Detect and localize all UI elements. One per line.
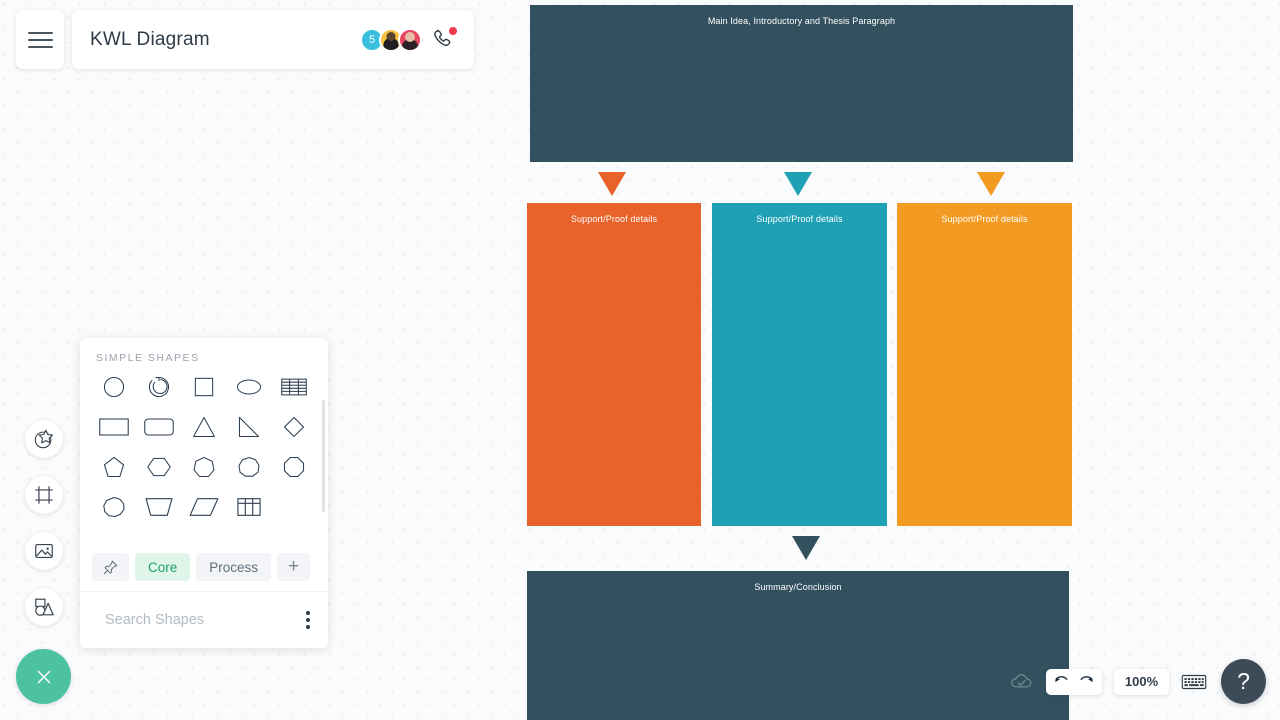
frame-icon-button[interactable]	[25, 476, 63, 514]
document-title[interactable]: KWL Diagram	[90, 29, 210, 51]
decagon-shape-icon-button[interactable]	[92, 492, 137, 522]
connector-arrow-2[interactable]	[784, 172, 812, 196]
octagon-shape-icon-button[interactable]	[271, 452, 316, 482]
connector-arrow-4[interactable]	[792, 536, 820, 560]
square-shape-icon	[194, 377, 214, 397]
redo-icon	[1080, 676, 1093, 683]
trapezoid-shape-icon	[145, 498, 173, 516]
trapezoid-shape-icon-button[interactable]	[137, 492, 182, 522]
keyboard-shortcuts-icon	[1181, 674, 1207, 689]
support-box-2-label: Support/Proof details	[756, 214, 843, 224]
rounded-rectangle-shape-icon	[144, 418, 174, 436]
parallelogram-shape-icon	[189, 498, 219, 516]
tab-core[interactable]: Core	[135, 553, 191, 581]
ellipse-shape-icon-button[interactable]	[226, 372, 271, 402]
rounded-rectangle-shape-icon-button[interactable]	[137, 412, 182, 442]
right-triangle-shape-icon	[238, 416, 259, 438]
main-idea-box[interactable]: Main Idea, Introductory and Thesis Parag…	[530, 5, 1073, 162]
lined-table-shape-icon-button[interactable]	[271, 372, 316, 402]
shape-search-row	[80, 591, 328, 648]
diamond-shape-icon	[283, 416, 304, 438]
circle-shape-icon-button[interactable]	[92, 372, 137, 402]
rectangle-shape-icon-button[interactable]	[92, 412, 137, 442]
keyboard-shortcuts-button[interactable]	[1181, 672, 1207, 692]
tab-add[interactable]: +	[277, 553, 311, 581]
shapes-star-icon-button[interactable]	[25, 420, 63, 458]
square-shape-icon-button[interactable]	[182, 372, 227, 402]
lined-table-shape-icon	[280, 378, 307, 396]
hexagon-shape-icon	[147, 457, 171, 477]
kebab-menu-icon[interactable]	[302, 607, 314, 633]
cloud-saved-icon	[1011, 674, 1032, 688]
support-box-1-label: Support/Proof details	[570, 214, 658, 224]
collaborator-avatars: 5	[360, 26, 457, 52]
summary-box-label: Summary/Conclusion	[754, 582, 842, 592]
heptagon-shape-icon	[193, 456, 215, 478]
support-box-1[interactable]: Support/Proof details	[527, 203, 701, 526]
rectangle-shape-icon	[99, 418, 130, 436]
shape-library-icon	[35, 598, 54, 616]
search-input[interactable]	[105, 612, 292, 628]
connector-arrow-1[interactable]	[598, 172, 626, 196]
help-button[interactable]: ?	[1221, 659, 1266, 704]
undo-button[interactable]	[1053, 673, 1070, 690]
close-panel-button[interactable]	[16, 649, 71, 704]
grid-table-shape-icon	[237, 498, 261, 516]
octagon-shape-icon	[283, 456, 304, 478]
right-triangle-shape-icon-button[interactable]	[226, 412, 271, 442]
nonagon-shape-icon-button[interactable]	[226, 452, 271, 482]
image-icon-button[interactable]	[25, 532, 63, 570]
heptagon-shape-icon-button[interactable]	[182, 452, 227, 482]
ellipse-shape-icon	[236, 379, 261, 395]
diamond-shape-icon-button[interactable]	[271, 412, 316, 442]
shapes-scroll-area[interactable]	[80, 372, 328, 545]
bottom-toolbar: 100% ?	[1009, 659, 1266, 704]
pin-icon	[103, 560, 118, 574]
summary-box[interactable]: Summary/Conclusion	[527, 571, 1069, 720]
hamburger-menu-icon	[27, 27, 53, 53]
shapes-grid	[92, 372, 316, 522]
grid-table-shape-icon-button[interactable]	[226, 492, 271, 522]
support-box-2[interactable]: Support/Proof details	[712, 203, 887, 526]
tab-process[interactable]: Process	[196, 553, 272, 581]
shapes-panel-scrollbar[interactable]	[322, 400, 325, 512]
search-icon	[94, 619, 95, 621]
redo-button[interactable]	[1078, 673, 1095, 690]
image-icon	[35, 543, 53, 559]
parallelogram-shape-icon-button[interactable]	[182, 492, 227, 522]
pentagon-shape-icon-button[interactable]	[92, 452, 137, 482]
frame-icon	[35, 486, 53, 504]
support-box-3[interactable]: Support/Proof details	[897, 203, 1072, 526]
shapes-panel: SIMPLE SHAPES Core Process + Search Shap…	[80, 338, 328, 648]
undo-redo-group	[1046, 668, 1102, 695]
connector-arrow-3[interactable]	[977, 172, 1005, 196]
phone-call-button[interactable]	[432, 26, 457, 52]
call-status-dot	[449, 26, 457, 35]
undo-icon	[1055, 676, 1068, 683]
circle-shape-icon	[104, 376, 125, 398]
title-bar: KWL Diagram 5	[72, 10, 474, 69]
main-idea-box-label: Main Idea, Introductory and Thesis Parag…	[707, 16, 896, 26]
decagon-shape-icon	[103, 496, 125, 518]
nonagon-shape-icon	[238, 456, 260, 477]
hexagon-shape-icon-button[interactable]	[137, 452, 182, 482]
arc-shape-icon-button[interactable]	[137, 372, 182, 402]
support-box-3-label: Support/Proof details	[941, 214, 1028, 224]
shapes-star-icon	[34, 429, 54, 449]
shape-library-icon-button[interactable]	[25, 588, 63, 626]
triangle-shape-icon-button[interactable]	[182, 412, 227, 442]
zoom-level-control[interactable]: 100%	[1114, 668, 1169, 695]
close-x-icon	[37, 670, 50, 683]
pentagon-shape-icon	[104, 456, 125, 478]
tool-rail	[25, 420, 63, 626]
triangle-shape-icon	[193, 416, 215, 438]
collaborator-avatar-2[interactable]	[398, 27, 422, 52]
tab-pinned[interactable]	[92, 553, 129, 581]
cloud-saved-button[interactable]	[1009, 669, 1034, 694]
main-menu-button[interactable]	[16, 10, 64, 69]
shape-category-tabs: Core Process +	[80, 545, 328, 591]
arc-shape-icon	[149, 376, 170, 398]
shared-count-label: 5	[368, 33, 376, 46]
shapes-panel-header: SIMPLE SHAPES	[96, 352, 200, 364]
